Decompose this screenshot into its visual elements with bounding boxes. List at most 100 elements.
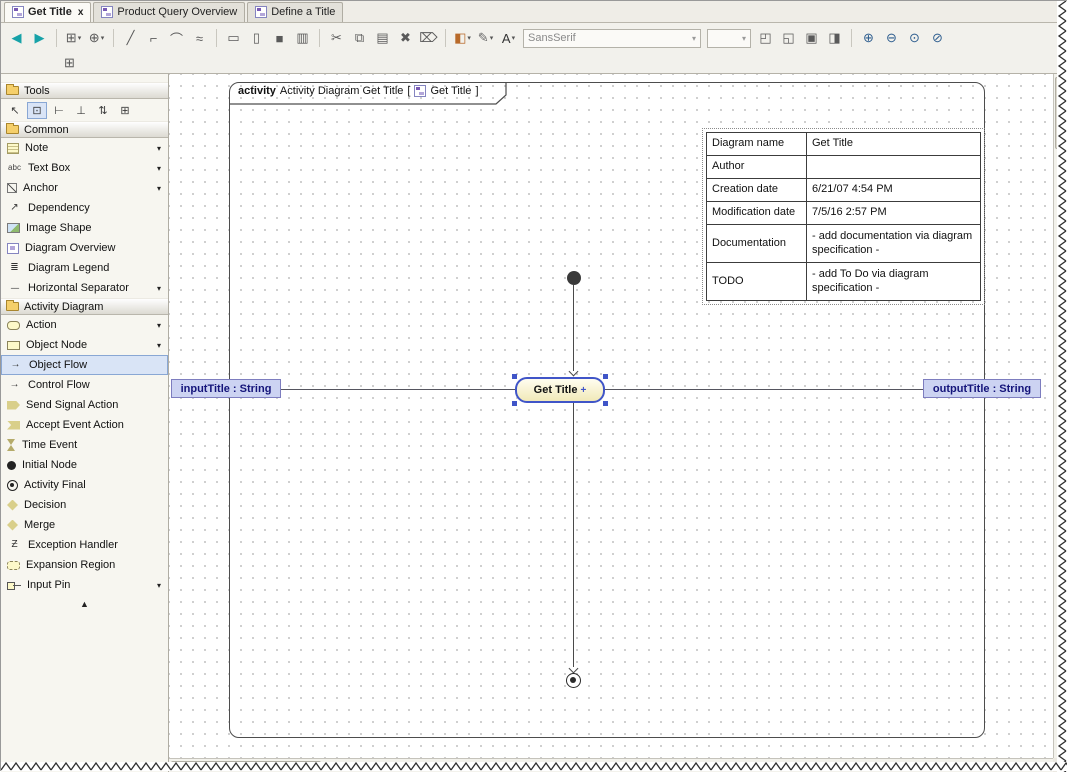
align-bottom-tool-button[interactable]: ⊥ xyxy=(71,102,91,119)
initial-node[interactable] xyxy=(567,271,581,285)
refresh-diagram-icon: ◨ xyxy=(828,30,841,45)
tab-product-query-overview[interactable]: Product Query Overview xyxy=(93,2,246,22)
caret-down-icon[interactable]: ▾ xyxy=(157,321,161,330)
toolbar-separator xyxy=(851,29,852,47)
paste-button[interactable]: ▤ xyxy=(372,28,393,49)
show-containment-button[interactable]: ⊞ xyxy=(59,53,80,74)
zoom-selection-button[interactable]: ⊘ xyxy=(927,28,948,49)
palette-item-note[interactable]: Note ▾ xyxy=(1,138,168,158)
refresh-diagram-button[interactable]: ◨ xyxy=(824,28,845,49)
control-flow-edge[interactable] xyxy=(573,285,574,371)
move-manipulator-icon[interactable]: + xyxy=(580,385,586,396)
cut-button[interactable]: ✂ xyxy=(326,28,347,49)
resize-tool-tool-button[interactable]: ⊞ xyxy=(115,102,135,119)
palette-item-time-event[interactable]: Time Event xyxy=(1,435,168,455)
palette-item-text-box[interactable]: abc Text Box ▾ xyxy=(1,158,168,178)
rectilinear-path-style-button[interactable]: ⌐ xyxy=(143,28,164,49)
diagram-info-table[interactable]: Diagram name Get Title Author Creation date… xyxy=(702,128,985,305)
copy-button[interactable]: ⧉ xyxy=(349,28,370,49)
palette-item-label: Time Event xyxy=(22,439,78,451)
action-label: Get Title xyxy=(533,384,578,396)
make-same-height-button[interactable]: ▯ xyxy=(246,28,267,49)
make-same-size-button[interactable]: ■ xyxy=(269,28,290,49)
back-button[interactable]: ◀ xyxy=(6,28,27,49)
zoom-in-button[interactable]: ⊕ xyxy=(858,28,879,49)
frame-header[interactable]: activity Activity Diagram Get Title [ Ge… xyxy=(238,85,479,97)
zoom-out-button[interactable]: ⊖ xyxy=(881,28,902,49)
tab-get-title[interactable]: Get Title x xyxy=(4,2,92,22)
palette-item-anchor[interactable]: Anchor ▾ xyxy=(1,178,168,198)
input-pin-connector-line[interactable] xyxy=(281,389,515,390)
drag-select-tool-button[interactable]: ⊡ xyxy=(27,101,47,119)
palette-item-expansion-region[interactable]: Expansion Region xyxy=(1,555,168,575)
palette-item-action[interactable]: Action ▾ xyxy=(1,315,168,335)
curved-path-style-icon: ⌒ xyxy=(169,31,183,47)
control-flow-edge[interactable] xyxy=(573,403,574,667)
distribute-tool-button[interactable]: ⇅ xyxy=(93,102,113,119)
tab-define-a-title[interactable]: Define a Title xyxy=(247,2,344,22)
activity-diagram-icon xyxy=(101,6,114,18)
close-tab-icon[interactable]: x xyxy=(78,7,84,18)
palette-item-input-pin[interactable]: Input Pin ▾ xyxy=(1,575,168,595)
section-header-common[interactable]: Common xyxy=(1,121,168,138)
align-left-tool-button[interactable]: ⊢ xyxy=(49,102,69,119)
forward-button[interactable]: ▶ xyxy=(29,28,50,49)
palette-item-merge[interactable]: Merge xyxy=(1,515,168,535)
caret-down-icon[interactable]: ▾ xyxy=(157,144,161,153)
bring-to-front-button[interactable]: ◰ xyxy=(755,28,776,49)
activity-final-node[interactable] xyxy=(566,673,581,688)
palette-item-initial-node[interactable]: Initial Node xyxy=(1,455,168,475)
line-color-button[interactable]: ✎ ▾ xyxy=(475,28,496,49)
selection-handle[interactable] xyxy=(603,401,608,406)
caret-down-icon[interactable]: ▾ xyxy=(157,341,161,350)
caret-down-icon[interactable]: ▾ xyxy=(157,581,161,590)
palette-item-dependency[interactable]: ↗ Dependency xyxy=(1,198,168,218)
palette-item-object-node[interactable]: Object Node ▾ xyxy=(1,335,168,355)
add-related-elements-button[interactable]: ⊕ ▾ xyxy=(86,28,107,49)
make-same-width-button[interactable]: ▭ xyxy=(223,28,244,49)
line-color-icon: ✎ xyxy=(477,30,489,45)
info-key-cell: Creation date xyxy=(706,178,807,202)
fill-color-button[interactable]: ◧ ▾ xyxy=(452,28,473,49)
output-pin-connector-line[interactable] xyxy=(605,389,923,390)
selection-handle[interactable] xyxy=(512,401,517,406)
palette-item-control-flow[interactable]: → Control Flow xyxy=(1,375,168,395)
font-color-button[interactable]: A ▾ xyxy=(498,28,519,49)
fit-in-window-icon: ⊙ xyxy=(909,30,920,45)
palette-item-image-shape[interactable]: Image Shape xyxy=(1,218,168,238)
caret-down-icon[interactable]: ▾ xyxy=(157,284,161,293)
caret-down-icon[interactable]: ▾ xyxy=(157,184,161,193)
palette-item-horizontal-separator[interactable]: ---- Horizontal Separator ▾ xyxy=(1,278,168,298)
palette-item-exception-handler[interactable]: Ƶ Exception Handler xyxy=(1,535,168,555)
quick-layout-button[interactable]: ⊞ ▾ xyxy=(63,28,84,49)
align-shapes-button[interactable]: ▥ xyxy=(292,28,313,49)
section-header-activity-diagram[interactable]: Activity Diagram xyxy=(1,298,168,315)
select-tool-button[interactable]: ↖ xyxy=(5,102,25,119)
oblique-path-style-button[interactable]: ╱ xyxy=(120,28,141,49)
palette-item-send-signal-action[interactable]: Send Signal Action xyxy=(1,395,168,415)
selection-handle[interactable] xyxy=(512,374,517,379)
action-get-title[interactable]: Get Title + xyxy=(512,374,608,406)
selection-handle[interactable] xyxy=(603,374,608,379)
palette-item-object-flow[interactable]: → Object Flow xyxy=(1,355,168,375)
palette-item-decision[interactable]: Decision xyxy=(1,495,168,515)
caret-down-icon[interactable]: ▾ xyxy=(157,164,161,173)
section-header-tools[interactable]: Tools xyxy=(1,82,168,99)
group-button[interactable]: ▣ xyxy=(801,28,822,49)
palette-item-activity-final[interactable]: Activity Final xyxy=(1,475,168,495)
palette-scroll-up[interactable]: ▲ xyxy=(1,595,168,609)
font-size-combo[interactable]: ▾ xyxy=(707,28,751,48)
curved-path-style-button[interactable]: ⌒ xyxy=(166,28,187,49)
output-pin-label[interactable]: outputTitle : String xyxy=(923,379,1041,398)
delete-symbol-button[interactable]: ✖ xyxy=(395,28,416,49)
send-to-back-button[interactable]: ◱ xyxy=(778,28,799,49)
font-family-combo[interactable]: SansSerif ▾ xyxy=(523,28,701,48)
palette-item-diagram-legend[interactable]: ≣ Diagram Legend xyxy=(1,258,168,278)
fit-in-window-button[interactable]: ⊙ xyxy=(904,28,925,49)
input-pin-label[interactable]: inputTitle : String xyxy=(171,379,281,398)
diagram-canvas[interactable]: activity Activity Diagram Get Title [ Ge… xyxy=(169,74,1053,758)
palette-item-diagram-overview[interactable]: Diagram Overview xyxy=(1,238,168,258)
palette-item-accept-event-action[interactable]: Accept Event Action xyxy=(1,415,168,435)
delete-from-model-button[interactable]: ⌦ xyxy=(418,28,439,49)
custom-path-style-button[interactable]: ≈ xyxy=(189,28,210,49)
